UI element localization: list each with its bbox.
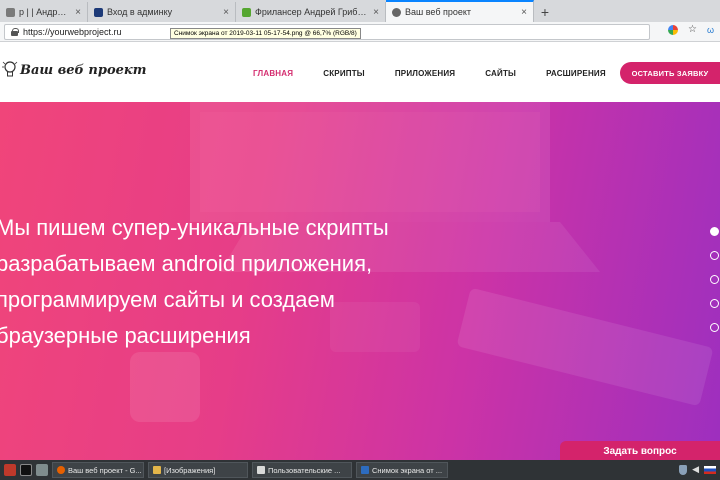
taskbar-item[interactable]: Снимок экрана от ... — [356, 462, 448, 478]
hero-section: Мы пишем супер-уникальные скрипты разраб… — [0, 102, 720, 460]
tab-title: р | | Андрей Грибин — [19, 7, 71, 17]
slider-pagination — [710, 227, 720, 347]
site-logo[interactable]: Ваш веб проект — [2, 60, 146, 80]
tab-favicon-icon — [6, 7, 15, 17]
firefox-icon — [57, 466, 65, 474]
slider-dot[interactable] — [710, 323, 719, 332]
browser-tab[interactable]: Фрилансер Андрей Грибин А × — [236, 2, 386, 22]
new-tab-button[interactable]: + — [534, 2, 556, 22]
taskbar-item-label: [Изображения] — [164, 465, 216, 475]
folder-icon — [153, 466, 161, 474]
tab-title: Вход в админку — [107, 7, 173, 17]
tab-close-icon[interactable]: × — [521, 7, 527, 18]
tab-close-icon[interactable]: × — [75, 7, 81, 18]
start-menu-icon[interactable] — [4, 464, 16, 476]
browser-tab-active[interactable]: Ваш веб проект × — [386, 0, 534, 22]
shield-icon[interactable] — [679, 464, 688, 475]
hero-line: браузерные расширения — [0, 323, 251, 348]
taskbar-item-label: Пользовательские ... — [268, 465, 341, 475]
lightbulb-icon — [2, 61, 18, 77]
folder-icon[interactable] — [36, 464, 48, 476]
leave-request-button[interactable]: ОСТАВИТЬ ЗАЯВКУ — [620, 62, 720, 84]
logo-text: Ваш веб проект — [20, 62, 147, 78]
nav-item-apps[interactable]: ПРИЛОЖЕНИЯ — [395, 69, 455, 78]
slider-dot[interactable] — [710, 275, 719, 284]
browser-tab-bar: р | | Андрей Грибин × Вход в админку × Ф… — [0, 0, 720, 22]
slider-dot[interactable] — [710, 227, 719, 236]
star-icon[interactable]: ☆ — [688, 24, 697, 35]
os-taskbar: Ваш веб проект - G... [Изображения] Поль… — [0, 460, 720, 480]
url-text: https://yourwebproject.ru — [23, 27, 122, 37]
nav-item-extensions[interactable]: РАСШИРЕНИЯ — [546, 69, 606, 78]
tab-close-icon[interactable]: × — [373, 7, 379, 18]
hero-line: программируем сайты и создаем — [0, 287, 335, 312]
taskbar-item-label: Ваш веб проект - G... — [68, 465, 142, 475]
nav-item-sites[interactable]: САЙТЫ — [485, 69, 516, 78]
photoshop-icon — [361, 466, 369, 474]
extension-icon[interactable]: ω — [707, 25, 714, 35]
ask-question-button[interactable]: Задать вопрос — [560, 441, 720, 460]
nav-item-home[interactable]: ГЛАВНАЯ — [253, 69, 293, 78]
terminal-icon[interactable] — [20, 464, 32, 476]
tooltip: Снимок экрана от 2019-03-11 05-17-54.png… — [170, 28, 361, 39]
lock-icon — [11, 28, 19, 36]
taskbar-item[interactable]: Пользовательские ... — [252, 462, 352, 478]
tab-favicon-icon — [94, 7, 103, 17]
system-tray: ◀ — [679, 464, 716, 475]
taskbar-item[interactable]: [Изображения] — [148, 462, 248, 478]
hero-line: разрабатываем android приложения, — [0, 251, 373, 276]
google-icon[interactable] — [668, 24, 678, 35]
taskbar-item[interactable]: Ваш веб проект - G... — [52, 462, 144, 478]
hero-headline: Мы пишем супер-уникальные скрипты разраб… — [0, 210, 556, 354]
slider-dot[interactable] — [710, 299, 719, 308]
browser-tab[interactable]: Вход в админку × — [88, 2, 236, 22]
browser-tab[interactable]: р | | Андрей Грибин × — [0, 2, 88, 22]
main-nav: ГЛАВНАЯ СКРИПТЫ ПРИЛОЖЕНИЯ САЙТЫ РАСШИРЕ… — [253, 69, 636, 78]
toolbar-icons: ☆ ω — [668, 24, 714, 35]
taskbar-item-label: Снимок экрана от ... — [372, 465, 443, 475]
language-flag-icon[interactable] — [704, 465, 716, 474]
speaker-icon[interactable]: ◀ — [692, 464, 699, 475]
tab-title: Фрилансер Андрей Грибин А — [255, 7, 370, 17]
tab-title: Ваш веб проект — [405, 7, 472, 17]
tab-close-icon[interactable]: × — [223, 7, 229, 18]
slider-dot[interactable] — [710, 251, 719, 260]
nav-item-scripts[interactable]: СКРИПТЫ — [323, 69, 365, 78]
tab-favicon-icon — [242, 7, 251, 17]
hero-line: Мы пишем супер-уникальные скрипты — [0, 215, 389, 240]
tab-favicon-icon — [392, 7, 401, 17]
document-icon — [257, 466, 265, 474]
